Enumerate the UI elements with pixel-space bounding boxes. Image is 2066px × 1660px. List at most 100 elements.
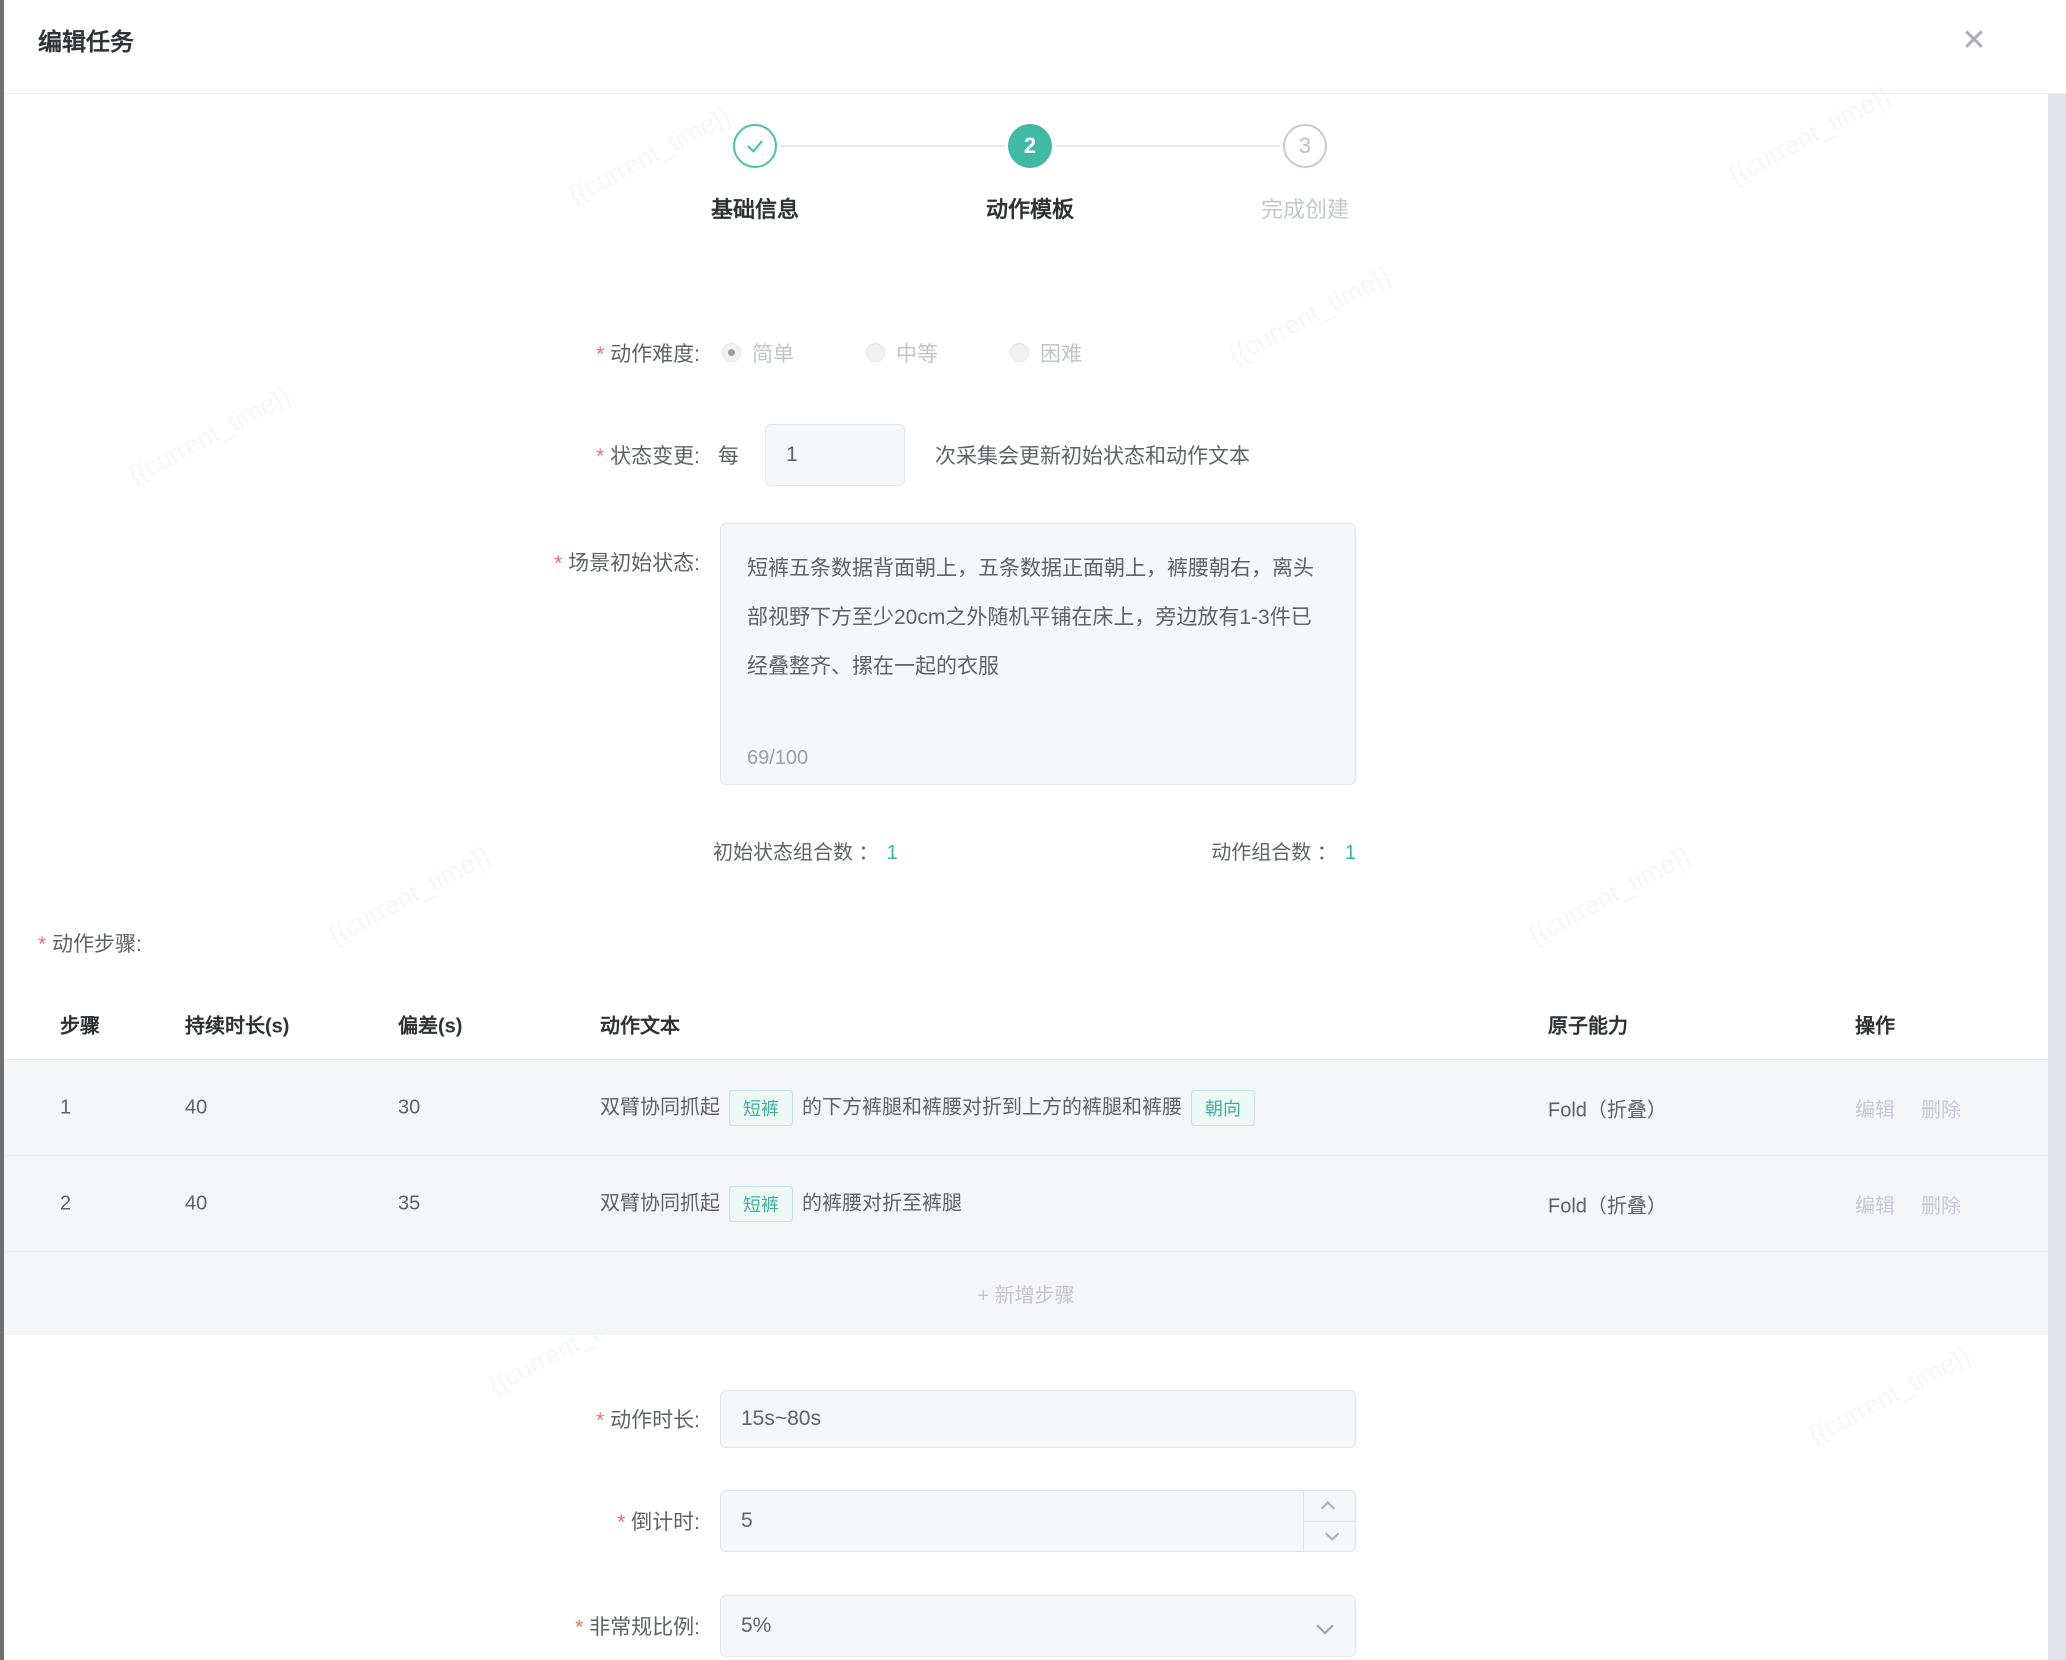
unusual-ratio-value: 5% (741, 1614, 771, 1638)
increment-button[interactable] (1304, 1491, 1355, 1522)
cell-action-text: 双臂协同抓起短裤的裤腰对折至裤腿 (600, 1186, 1548, 1222)
radio-label: 困难 (1040, 338, 1082, 368)
chevron-down-icon (1317, 1618, 1334, 1635)
close-button[interactable]: ✕ (1952, 18, 1996, 62)
state-change-input[interactable] (765, 424, 905, 486)
step-1-label: 基础信息 (645, 192, 865, 224)
chevron-up-icon (1320, 1501, 1334, 1515)
step-3-label: 完成创建 (1195, 192, 1415, 224)
object-tag: 短裤 (729, 1090, 793, 1126)
scene-initial-value: 短裤五条数据背面朝上，五条数据正面朝上，裤腰朝右，离头部视野下方至少20cm之外… (721, 524, 1355, 691)
delete-button[interactable]: 删除 (1921, 1195, 1961, 1217)
dialog-title: 编辑任务 (38, 22, 134, 57)
edit-button[interactable]: 编辑 (1855, 1195, 1895, 1217)
countdown-input[interactable] (720, 1490, 1356, 1552)
add-step-label: + 新增步骤 (977, 1279, 1074, 1308)
header-duration: 持续时长(s) (185, 1009, 289, 1038)
radio-label: 简单 (752, 338, 794, 368)
cell-operations: 编辑 删除 (1855, 1189, 1987, 1218)
action-steps-label: 动作步骤: (38, 928, 142, 958)
decrement-button[interactable] (1304, 1522, 1355, 1552)
action-text-segment: 的下方裤腿和裤腰对折到上方的裤腿和裤腰 (802, 1096, 1182, 1118)
header-ability: 原子能力 (1548, 1009, 1628, 1038)
state-change-label: 状态变更: (0, 440, 700, 470)
steps-table: 步骤 持续时长(s) 偏差(s) 动作文本 原子能力 操作 1 40 30 双臂… (4, 988, 2048, 1335)
unusual-ratio-select[interactable]: 5% (720, 1595, 1356, 1657)
header-deviation: 偏差(s) (398, 1009, 462, 1038)
combo-counts: 初始状态组合数 ： 1 动作组合数 ： 1 (713, 836, 1356, 865)
header-divider (4, 93, 2066, 94)
action-combo-value: 1 (1345, 842, 1356, 864)
edit-task-dialog: {{current_time}} {{current_time}} {{curr… (0, 0, 2066, 1660)
stepper-connector (781, 145, 1005, 147)
radio-circle (722, 343, 741, 362)
scene-initial-row: 场景初始状态: 短裤五条数据背面朝上，五条数据正面朝上，裤腰朝右，离头部视野下方… (0, 523, 2066, 785)
cell-step: 1 (60, 1096, 71, 1119)
initial-combo: 初始状态组合数 ： 1 (713, 836, 898, 865)
difficulty-row: 动作难度: 简单 中等 困难 (0, 330, 2066, 375)
watermark: {{current_time}} (1723, 80, 1896, 192)
stepper-connector (1056, 145, 1280, 147)
header-step: 步骤 (60, 1009, 100, 1038)
action-text-segment: 的裤腰对折至裤腿 (802, 1192, 962, 1214)
difficulty-radio-group: 简单 中等 困难 (722, 338, 1082, 368)
radio-easy[interactable]: 简单 (722, 338, 794, 368)
unusual-ratio-row: 非常规比例: 5% (0, 1595, 2066, 1657)
countdown-number-input (720, 1490, 1356, 1552)
edit-button[interactable]: 编辑 (1855, 1099, 1895, 1121)
radio-circle (1010, 343, 1029, 362)
unusual-ratio-label: 非常规比例: (0, 1611, 700, 1641)
watermark: {{current_time}} (323, 840, 496, 952)
cell-operations: 编辑 删除 (1855, 1093, 1987, 1122)
cell-duration: 40 (185, 1096, 207, 1119)
duration-input[interactable] (720, 1390, 1356, 1448)
action-text-segment: 双臂协同抓起 (600, 1096, 720, 1118)
radio-medium[interactable]: 中等 (866, 338, 938, 368)
countdown-row: 倒计时: (0, 1490, 2066, 1552)
action-text-segment: 双臂协同抓起 (600, 1192, 720, 1214)
step-number: 3 (1299, 133, 1311, 159)
table-header: 步骤 持续时长(s) 偏差(s) 动作文本 原子能力 操作 (4, 988, 2048, 1060)
table-row: 1 40 30 双臂协同抓起短裤的下方裤腿和裤腰对折到上方的裤腿和裤腰朝向 Fo… (4, 1060, 2048, 1156)
scene-initial-textarea[interactable]: 短裤五条数据背面朝上，五条数据正面朝上，裤腰朝右，离头部视野下方至少20cm之外… (720, 523, 1356, 785)
duration-label: 动作时长: (0, 1404, 700, 1434)
step-2-indicator: 2 (1008, 124, 1052, 168)
duration-row: 动作时长: (0, 1390, 2066, 1448)
delete-button[interactable]: 删除 (1921, 1099, 1961, 1121)
char-counter: 69/100 (747, 747, 808, 770)
object-tag: 短裤 (729, 1186, 793, 1222)
cell-ability: Fold（折叠） (1548, 1093, 1667, 1122)
cell-deviation: 35 (398, 1192, 420, 1215)
cell-action-text: 双臂协同抓起短裤的下方裤腿和裤腰对折到上方的裤腿和裤腰朝向 (600, 1090, 1548, 1126)
initial-combo-label: 初始状态组合数 ： (713, 842, 879, 864)
difficulty-label: 动作难度: (0, 338, 700, 368)
cell-step: 2 (60, 1192, 71, 1215)
watermark: {{current_time}} (1523, 840, 1696, 952)
state-change-row: 状态变更: 每 次采集会更新初始状态和动作文本 (0, 424, 2066, 486)
header-action-text: 动作文本 (600, 1009, 1548, 1038)
cell-ability: Fold（折叠） (1548, 1189, 1667, 1218)
radio-circle (866, 343, 885, 362)
chevron-down-icon (1325, 1527, 1339, 1541)
state-change-prefix: 每 (718, 440, 739, 470)
step-1-indicator (733, 124, 777, 168)
step-3-indicator: 3 (1283, 124, 1327, 168)
close-icon: ✕ (1961, 23, 1986, 58)
page-left-edge (0, 0, 4, 1660)
scrollbar[interactable] (2048, 94, 2066, 1660)
header-operations: 操作 (1855, 1009, 1895, 1038)
action-combo: 动作组合数 ： 1 (1211, 836, 1356, 865)
number-spinner (1303, 1491, 1355, 1551)
cell-duration: 40 (185, 1192, 207, 1215)
orientation-tag: 朝向 (1191, 1090, 1255, 1126)
add-step-button[interactable]: + 新增步骤 (4, 1252, 2048, 1335)
step-2-label: 动作模板 (920, 192, 1140, 224)
check-icon (742, 133, 768, 159)
state-change-suffix: 次采集会更新初始状态和动作文本 (935, 440, 1250, 470)
radio-hard[interactable]: 困难 (1010, 338, 1082, 368)
radio-label: 中等 (896, 338, 938, 368)
step-number: 2 (1024, 133, 1036, 159)
action-combo-label: 动作组合数 ： (1211, 842, 1337, 864)
initial-combo-value: 1 (887, 842, 898, 864)
cell-deviation: 30 (398, 1096, 420, 1119)
